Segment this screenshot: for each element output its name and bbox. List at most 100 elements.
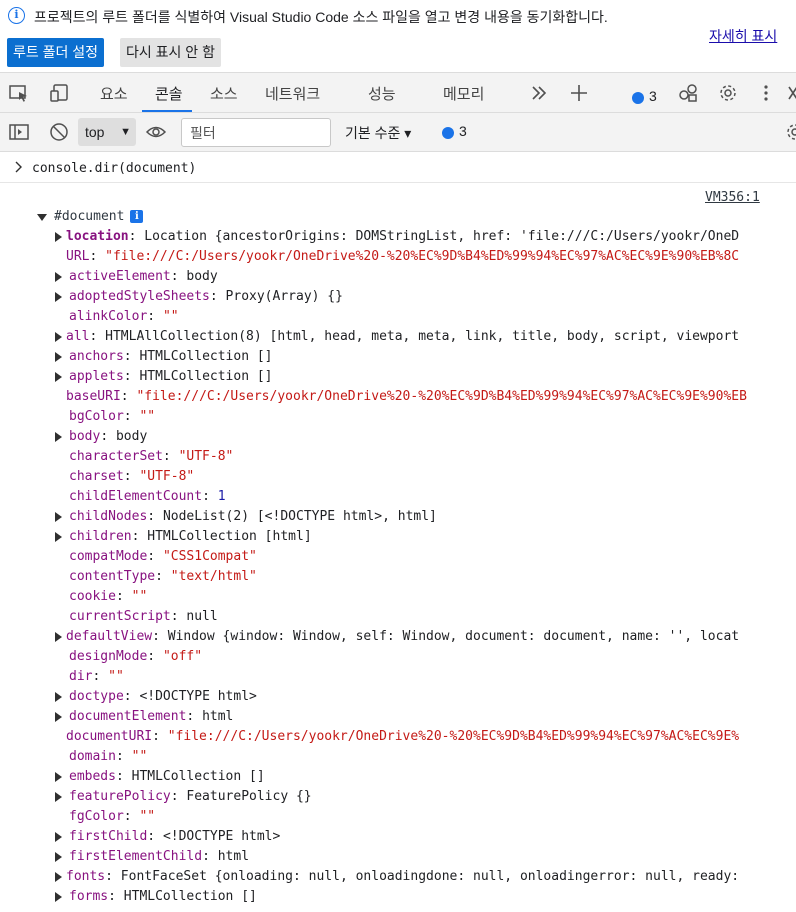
tab-performance[interactable]: 성능 (368, 83, 396, 104)
source-location-link[interactable]: VM356:1 (705, 190, 760, 205)
property-row[interactable]: embeds: HTMLCollection [] (0, 768, 773, 788)
property-row[interactable]: anchors: HTMLCollection [] (0, 348, 773, 368)
context-selector[interactable]: top ▼ (78, 118, 136, 146)
document-root-row[interactable]: #document i (0, 208, 773, 228)
property-row[interactable]: firstChild: <!DOCTYPE html> (0, 828, 773, 848)
expand-triangle-icon[interactable] (55, 432, 62, 442)
property-value: "text/html" (170, 569, 257, 584)
expand-triangle-icon[interactable] (55, 872, 62, 882)
property-row[interactable]: forms: HTMLCollection [] (0, 888, 773, 908)
console-settings-gear-icon[interactable] (784, 122, 796, 142)
customize-connections-icon[interactable] (677, 83, 699, 103)
inspect-element-icon[interactable] (8, 83, 30, 103)
property-row[interactable]: adoptedStyleSheets: Proxy(Array) {} (0, 288, 773, 308)
property-row: documentURI: "file:///C:/Users/yookr/One… (66, 729, 740, 744)
settings-gear-icon[interactable] (717, 83, 739, 103)
expand-triangle-icon[interactable] (55, 832, 62, 842)
expand-triangle-icon[interactable] (55, 892, 62, 902)
tab-elements[interactable]: 요소 (100, 83, 128, 104)
issues-count[interactable]: 3 (649, 88, 657, 104)
property-key: fgColor (69, 809, 124, 824)
expand-triangle-icon[interactable] (55, 692, 62, 702)
property-key: alinkColor (69, 309, 148, 324)
property-row[interactable]: documentElement: html (0, 708, 773, 728)
device-emulation-icon[interactable] (49, 83, 71, 103)
tab-network[interactable]: 네트워크 (265, 83, 320, 104)
property-key: forms (69, 889, 109, 904)
property-value: "" (139, 809, 156, 824)
property-value: 1 (217, 489, 226, 504)
property-row[interactable]: firstElementChild: html (0, 848, 773, 868)
property-key: domain (69, 749, 116, 764)
clear-console-icon[interactable] (48, 122, 70, 142)
property-value: Location {ancestorOrigins: DOMStringList… (144, 229, 740, 244)
property-key: activeElement (69, 269, 171, 284)
live-expression-eye-icon[interactable] (145, 122, 167, 142)
source-sync-infobar: i 프로젝트의 루트 폴더를 식별하여 Visual Studio Code 소… (0, 0, 796, 72)
issues-badge-icon[interactable] (632, 92, 644, 104)
property-row[interactable]: featurePolicy: FeaturePolicy {} (0, 788, 773, 808)
property-row[interactable]: body: body (0, 428, 773, 448)
expand-triangle-icon[interactable] (55, 772, 62, 782)
property-value: "file:///C:/Users/yookr/OneDrive%20-%20%… (105, 249, 740, 264)
property-row[interactable]: defaultView: Window {window: Window, sel… (0, 628, 773, 648)
property-row[interactable]: doctype: <!DOCTYPE html> (0, 688, 773, 708)
property-row[interactable]: activeElement: body (0, 268, 773, 288)
property-row: bgColor: "" (69, 409, 156, 424)
sidebar-toggle-icon[interactable] (8, 122, 30, 142)
property-row[interactable]: childNodes: NodeList(2) [<!DOCTYPE html>… (0, 508, 773, 528)
property-value: <!DOCTYPE html> (162, 829, 281, 844)
property-value: FontFaceSet {onloading: null, onloadingd… (120, 869, 740, 884)
property-row[interactable]: applets: HTMLCollection [] (0, 368, 773, 388)
property-key: firstChild (69, 829, 148, 844)
expand-triangle-icon[interactable] (55, 232, 62, 242)
expand-triangle-icon[interactable] (55, 332, 62, 342)
expand-triangle-icon[interactable] (55, 852, 62, 862)
expand-triangle-icon[interactable] (55, 532, 62, 542)
property-row: alinkColor: "" (69, 309, 179, 324)
messages-count[interactable]: 3 (459, 123, 467, 139)
info-badge-icon[interactable]: i (130, 210, 144, 223)
expand-triangle-icon[interactable] (55, 272, 62, 282)
property-value: html (202, 709, 234, 724)
expand-triangle-icon[interactable] (55, 632, 62, 642)
filter-input[interactable] (181, 118, 331, 147)
messages-badge-icon[interactable] (442, 127, 454, 139)
property-key: baseURI (66, 389, 121, 404)
expand-triangle-icon[interactable] (55, 712, 62, 722)
property-key: dir (69, 669, 93, 684)
learn-more-link[interactable]: 자세히 표시 (709, 26, 777, 46)
property-value: <!DOCTYPE html> (139, 689, 257, 704)
more-options-icon[interactable] (755, 83, 777, 103)
console-command: console.dir(document) (32, 161, 197, 176)
property-key: all (66, 329, 90, 344)
property-row[interactable]: location: Location {ancestorOrigins: DOM… (0, 228, 773, 248)
property-key: charset (69, 469, 124, 484)
property-key: adoptedStyleSheets (69, 289, 210, 304)
expand-triangle-icon[interactable] (55, 352, 62, 362)
dont-show-again-button[interactable]: 다시 표시 안 함 (120, 38, 221, 67)
property-value: html (217, 849, 250, 864)
property-row[interactable]: children: HTMLCollection [html] (0, 528, 773, 548)
property-row[interactable]: fonts: FontFaceSet {onloading: null, onl… (0, 868, 773, 888)
property-row: currentScript: null (69, 609, 218, 624)
expand-triangle-icon[interactable] (55, 792, 62, 802)
set-root-folder-button[interactable]: 루트 폴더 설정 (7, 38, 105, 67)
property-row: designMode: "off" (69, 649, 203, 664)
log-level-selector[interactable]: 기본 수준 ▾ (345, 123, 411, 143)
expand-triangle-icon[interactable] (55, 512, 62, 522)
close-devtools-icon[interactable] (783, 83, 796, 103)
property-value: "off" (162, 649, 203, 664)
property-key: characterSet (69, 449, 163, 464)
expand-triangle-icon[interactable] (55, 292, 62, 302)
devtools-tabbar: 요소 콘솔 소스 네트워크 성능 메모리 3 (0, 72, 796, 113)
add-tab-icon[interactable] (568, 83, 590, 103)
tab-sources[interactable]: 소스 (210, 83, 238, 104)
tab-memory[interactable]: 메모리 (443, 83, 484, 104)
property-value: Proxy(Array) {} (225, 289, 343, 304)
expand-triangle-icon[interactable] (37, 214, 47, 221)
tab-console[interactable]: 콘솔 (155, 83, 183, 104)
property-row[interactable]: all: HTMLAllCollection(8) [html, head, m… (0, 328, 773, 348)
more-tabs-icon[interactable] (528, 83, 550, 103)
expand-triangle-icon[interactable] (55, 372, 62, 382)
